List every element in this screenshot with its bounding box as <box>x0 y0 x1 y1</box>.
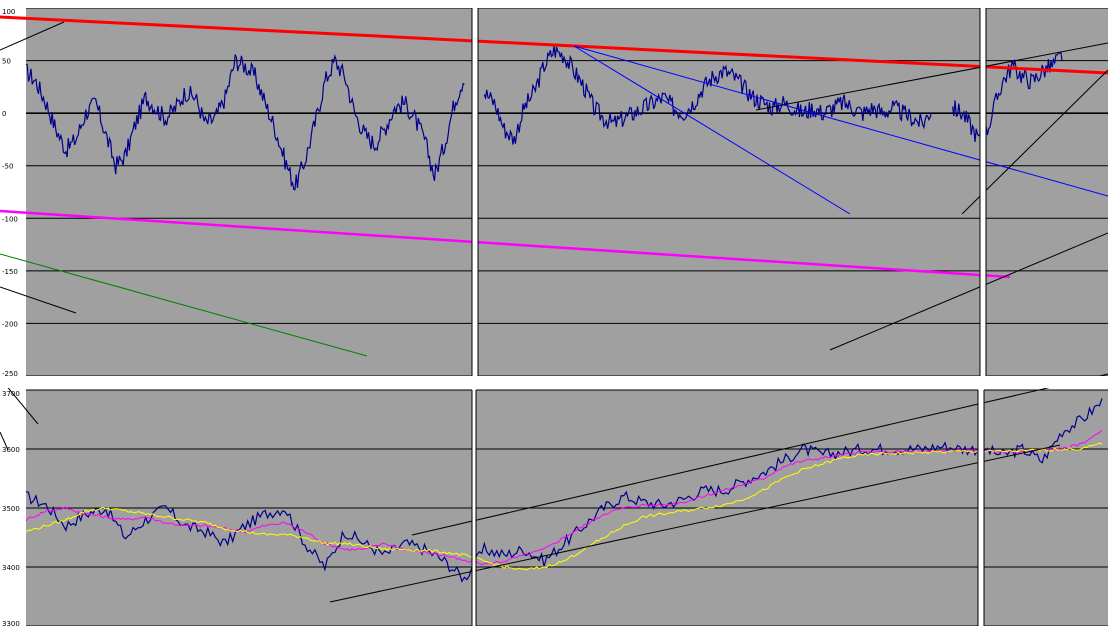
separator-bottom-edge <box>0 626 1108 630</box>
tick-label-top-7: -250 <box>2 370 18 378</box>
separator-top-2 <box>980 0 986 380</box>
separator-top-edge <box>0 0 1108 8</box>
separator-bottom-1 <box>472 384 476 630</box>
tick-label-bottom-0: 3700 <box>2 390 20 398</box>
plot-area-top-1 <box>26 8 472 376</box>
tick-label-top-1: 50 <box>2 58 11 66</box>
tick-label-top-2: 0 <box>2 110 6 118</box>
tick-label-top-3: -50 <box>2 163 13 171</box>
chart-root: 100 50 0 -50 -100 -150 -200 -250 3700 3600 3500 340… <box>0 0 1108 630</box>
tick-label-top-6: -200 <box>2 320 18 328</box>
tick-label-bottom-1: 3600 <box>2 446 20 454</box>
tick-label-top-0: 100 <box>2 8 15 16</box>
separator-top-1 <box>472 0 478 380</box>
separator-bottom-2 <box>978 384 984 630</box>
tick-label-bottom-3: 3400 <box>2 564 20 572</box>
tick-label-bottom-2: 3500 <box>2 505 20 513</box>
chart-svg: 100 50 0 -50 -100 -150 -200 -250 3700 3600 3500 340… <box>0 0 1108 630</box>
separator-horizontal <box>0 376 1108 388</box>
tick-label-top-5: -150 <box>2 268 18 276</box>
tick-label-bottom-4: 3300 <box>2 620 20 628</box>
tick-label-top-4: -100 <box>2 215 18 223</box>
